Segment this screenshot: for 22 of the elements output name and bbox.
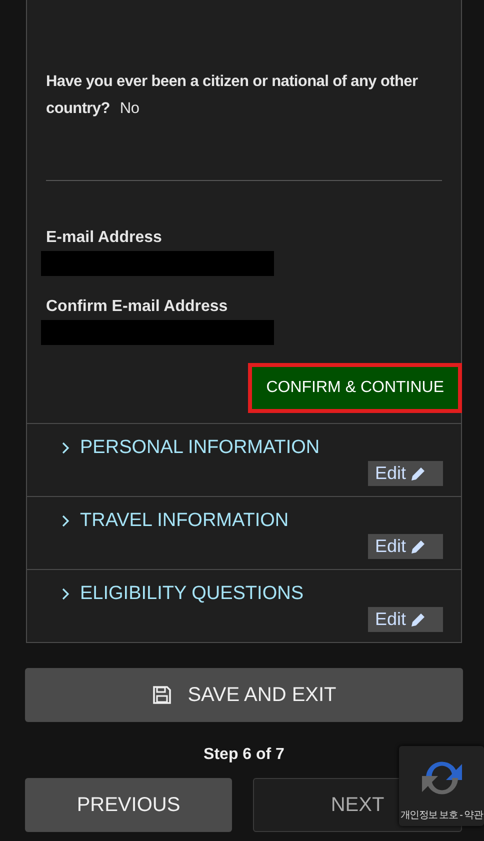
pencil-icon [410, 538, 426, 554]
section-title[interactable]: TRAVEL INFORMATION [80, 510, 289, 532]
email-field[interactable] [41, 320, 274, 345]
field-label: Confirm E-mail Address [46, 298, 229, 316]
section-title[interactable]: PERSONAL INFORMATION [80, 437, 320, 459]
pencil-icon [410, 466, 426, 482]
field-label: E-mail Address [46, 229, 163, 247]
section-title[interactable]: ELIGIBILITY QUESTIONS [80, 583, 304, 605]
previous-button[interactable]: PREVIOUS [25, 778, 232, 832]
chevron-right-icon[interactable] [60, 442, 70, 454]
save-and-exit-button[interactable]: SAVE AND EXIT [25, 668, 463, 722]
pencil-icon [410, 612, 426, 628]
edit-button[interactable]: Edit [368, 607, 443, 632]
question-text: Have you ever been a citizen or national of any other country? No [46, 72, 419, 119]
email-field[interactable] [41, 251, 274, 276]
edit-button[interactable]: Edit [368, 461, 443, 486]
recaptcha-toast[interactable]: 개인정보 보호 - 약관 [399, 746, 484, 826]
chevron-right-icon[interactable] [60, 588, 70, 600]
step-indicator: Step 6 of 7 [202, 746, 286, 764]
edit-button[interactable]: Edit [368, 534, 443, 559]
confirm-continue-button[interactable]: CONFIRM & CONTINUE [252, 367, 458, 409]
chevron-right-icon[interactable] [60, 515, 70, 527]
